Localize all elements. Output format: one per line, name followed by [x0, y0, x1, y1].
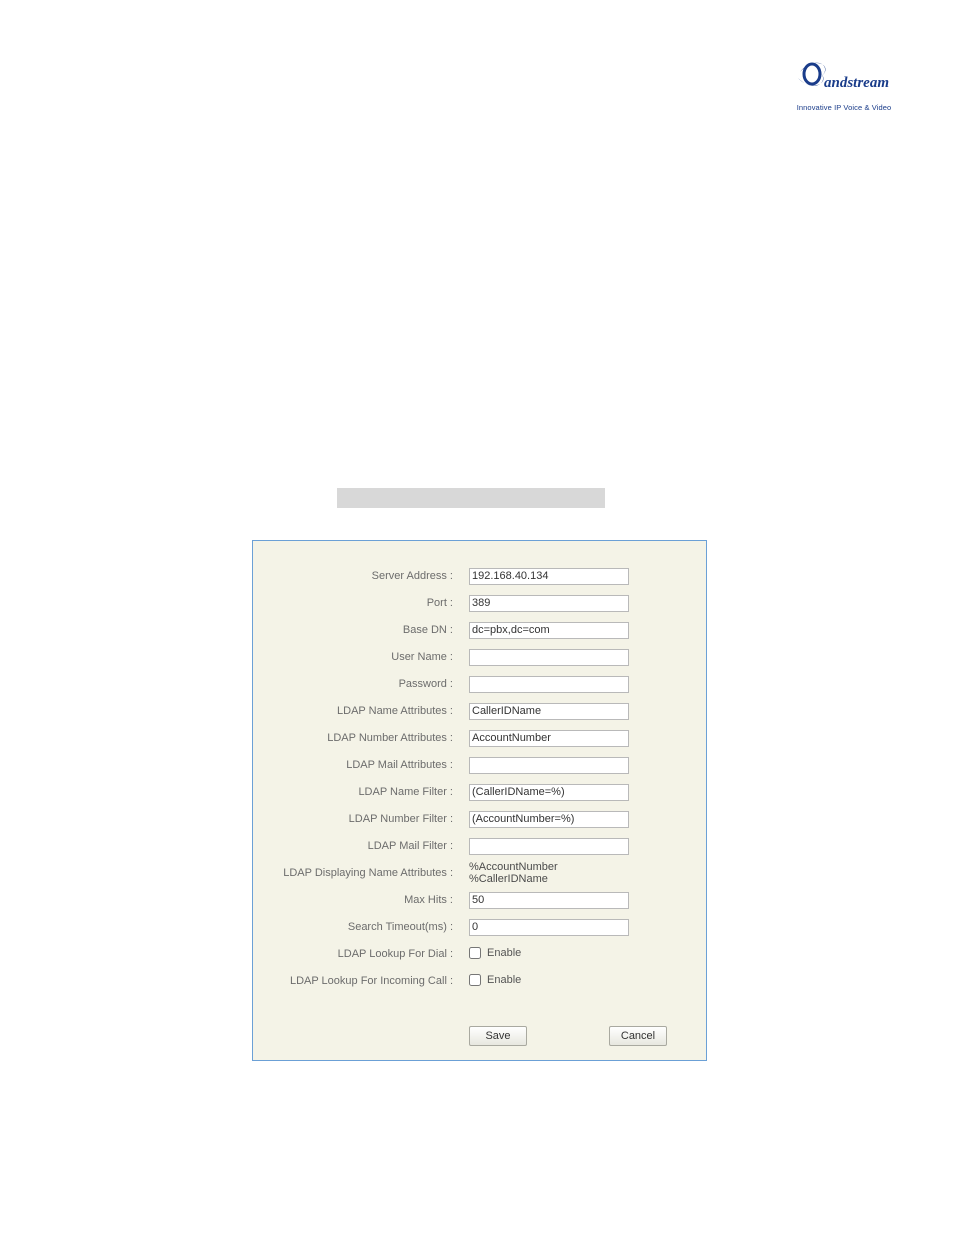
- cancel-button[interactable]: Cancel: [609, 1026, 667, 1046]
- label-ldap-displaying-name-attributes: LDAP Displaying Name Attributes :: [253, 867, 459, 879]
- ldap-config-panel: Server Address : Port : Base DN : User N…: [252, 540, 707, 1061]
- checkbox-label-dial: Enable: [487, 947, 521, 959]
- label-user-name: User Name :: [253, 651, 459, 663]
- row-search-timeout: Search Timeout(ms) :: [253, 916, 706, 938]
- label-password: Password :: [253, 678, 459, 690]
- label-max-hits: Max Hits :: [253, 894, 459, 906]
- input-ldap-name-filter[interactable]: [469, 784, 629, 801]
- input-ldap-name-attributes[interactable]: [469, 703, 629, 720]
- checkbox-ldap-lookup-for-dial-wrap[interactable]: Enable: [469, 947, 521, 959]
- row-ldap-mail-attributes: LDAP Mail Attributes :: [253, 754, 706, 776]
- save-button[interactable]: Save: [469, 1026, 527, 1046]
- label-ldap-mail-filter: LDAP Mail Filter :: [253, 840, 459, 852]
- input-ldap-mail-filter[interactable]: [469, 838, 629, 855]
- row-password: Password :: [253, 673, 706, 695]
- label-server-address: Server Address :: [253, 570, 459, 582]
- row-server-address: Server Address :: [253, 565, 706, 587]
- row-port: Port :: [253, 592, 706, 614]
- row-base-dn: Base DN :: [253, 619, 706, 641]
- input-max-hits[interactable]: [469, 892, 629, 909]
- figure-caption-bar: [337, 488, 605, 508]
- row-ldap-number-filter: LDAP Number Filter :: [253, 808, 706, 830]
- label-ldap-number-filter: LDAP Number Filter :: [253, 813, 459, 825]
- input-ldap-number-filter[interactable]: [469, 811, 629, 828]
- checkbox-label-incoming: Enable: [487, 974, 521, 986]
- input-search-timeout[interactable]: [469, 919, 629, 936]
- label-ldap-name-filter: LDAP Name Filter :: [253, 786, 459, 798]
- input-base-dn[interactable]: [469, 622, 629, 639]
- row-ldap-lookup-for-incoming-call: LDAP Lookup For Incoming Call : Enable: [253, 970, 706, 992]
- row-ldap-name-attributes: LDAP Name Attributes :: [253, 700, 706, 722]
- document-page: andstream Innovative IP Voice & Video Se…: [0, 0, 954, 1235]
- input-server-address[interactable]: [469, 568, 629, 585]
- row-ldap-displaying-name-attributes: LDAP Displaying Name Attributes : %Accou…: [253, 862, 706, 884]
- label-ldap-lookup-for-dial: LDAP Lookup For Dial :: [253, 948, 459, 960]
- grandstream-logo-icon: andstream: [794, 58, 894, 98]
- row-ldap-lookup-for-dial: LDAP Lookup For Dial : Enable: [253, 943, 706, 965]
- svg-text:andstream: andstream: [824, 75, 889, 91]
- input-password[interactable]: [469, 676, 629, 693]
- row-max-hits: Max Hits :: [253, 889, 706, 911]
- label-port: Port :: [253, 597, 459, 609]
- checkbox-ldap-lookup-for-dial[interactable]: [469, 947, 481, 959]
- label-search-timeout: Search Timeout(ms) :: [253, 921, 459, 933]
- row-ldap-number-attributes: LDAP Number Attributes :: [253, 727, 706, 749]
- label-base-dn: Base DN :: [253, 624, 459, 636]
- label-ldap-lookup-for-incoming-call: LDAP Lookup For Incoming Call :: [253, 975, 459, 987]
- brand-tagline: Innovative IP Voice & Video: [794, 104, 894, 112]
- text-ldap-displaying-name-attributes: %AccountNumber %CallerIDName: [469, 861, 558, 885]
- input-user-name[interactable]: [469, 649, 629, 666]
- row-ldap-mail-filter: LDAP Mail Filter :: [253, 835, 706, 857]
- checkbox-ldap-lookup-for-incoming-call-wrap[interactable]: Enable: [469, 974, 521, 986]
- label-ldap-mail-attributes: LDAP Mail Attributes :: [253, 759, 459, 771]
- button-row: Save Cancel: [253, 1026, 922, 1046]
- brand-logo: andstream Innovative IP Voice & Video: [794, 58, 894, 112]
- label-ldap-name-attributes: LDAP Name Attributes :: [253, 705, 459, 717]
- input-ldap-mail-attributes[interactable]: [469, 757, 629, 774]
- row-ldap-name-filter: LDAP Name Filter :: [253, 781, 706, 803]
- label-ldap-number-attributes: LDAP Number Attributes :: [253, 732, 459, 744]
- input-port[interactable]: [469, 595, 629, 612]
- input-ldap-number-attributes[interactable]: [469, 730, 629, 747]
- checkbox-ldap-lookup-for-incoming-call[interactable]: [469, 974, 481, 986]
- row-user-name: User Name :: [253, 646, 706, 668]
